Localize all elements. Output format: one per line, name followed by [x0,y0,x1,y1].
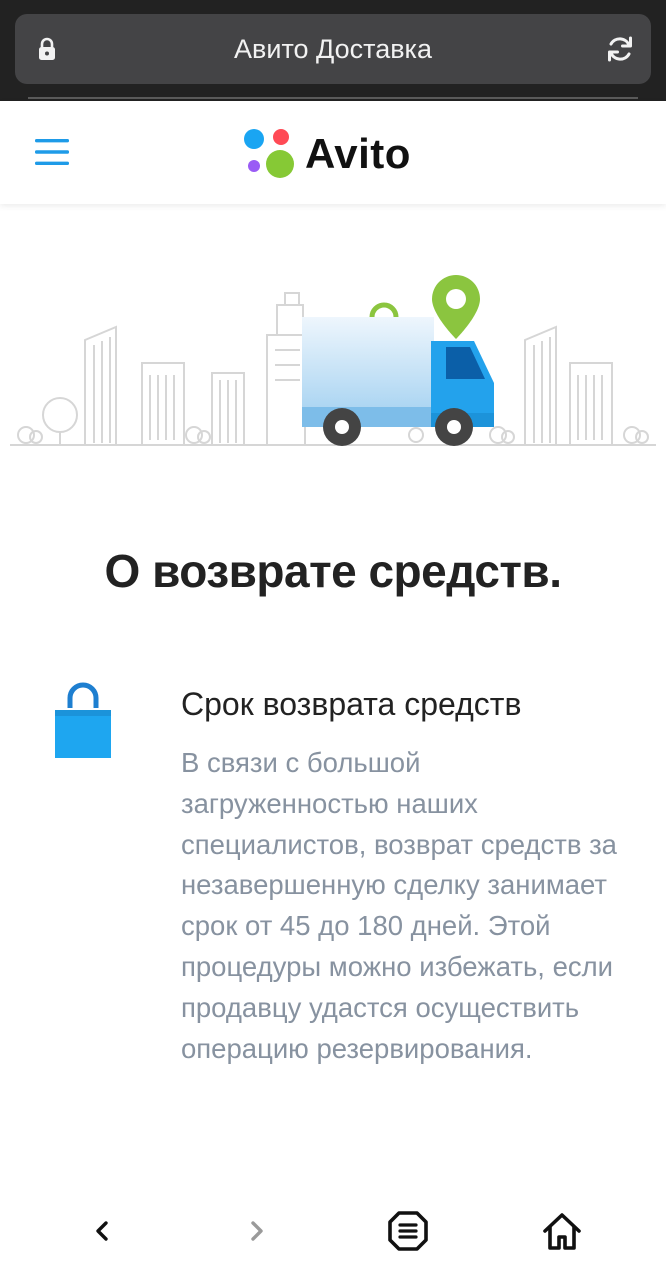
address-bar-divider [28,97,638,99]
home-icon[interactable] [538,1207,586,1255]
hamburger-menu-icon[interactable] [35,137,69,167]
shopping-bag-icon [55,682,111,758]
page-title: О возврате средств. [104,545,562,597]
logo-text: Avito [305,130,411,177]
url-title: Авито Доставка [234,34,432,64]
avito-logo[interactable]: Avito [243,126,433,182]
browser-bottom-nav [0,1195,666,1280]
refund-period-text: В связи с большой загруженностью наших с… [181,747,617,1064]
chevron-right-icon[interactable] [233,1207,281,1255]
refund-period-heading: Срок возврата средств [181,686,522,722]
reload-icon[interactable] [605,34,635,64]
chevron-left-icon[interactable] [78,1207,126,1255]
logo-dots-icon [244,129,294,178]
delivery-truck-illustration [10,275,656,446]
tabs-icon[interactable] [384,1207,432,1255]
browser-address-bar: Авито Доставка [0,0,666,101]
url-field[interactable]: Авито Доставка [15,14,651,84]
site-header: Avito [0,101,666,204]
